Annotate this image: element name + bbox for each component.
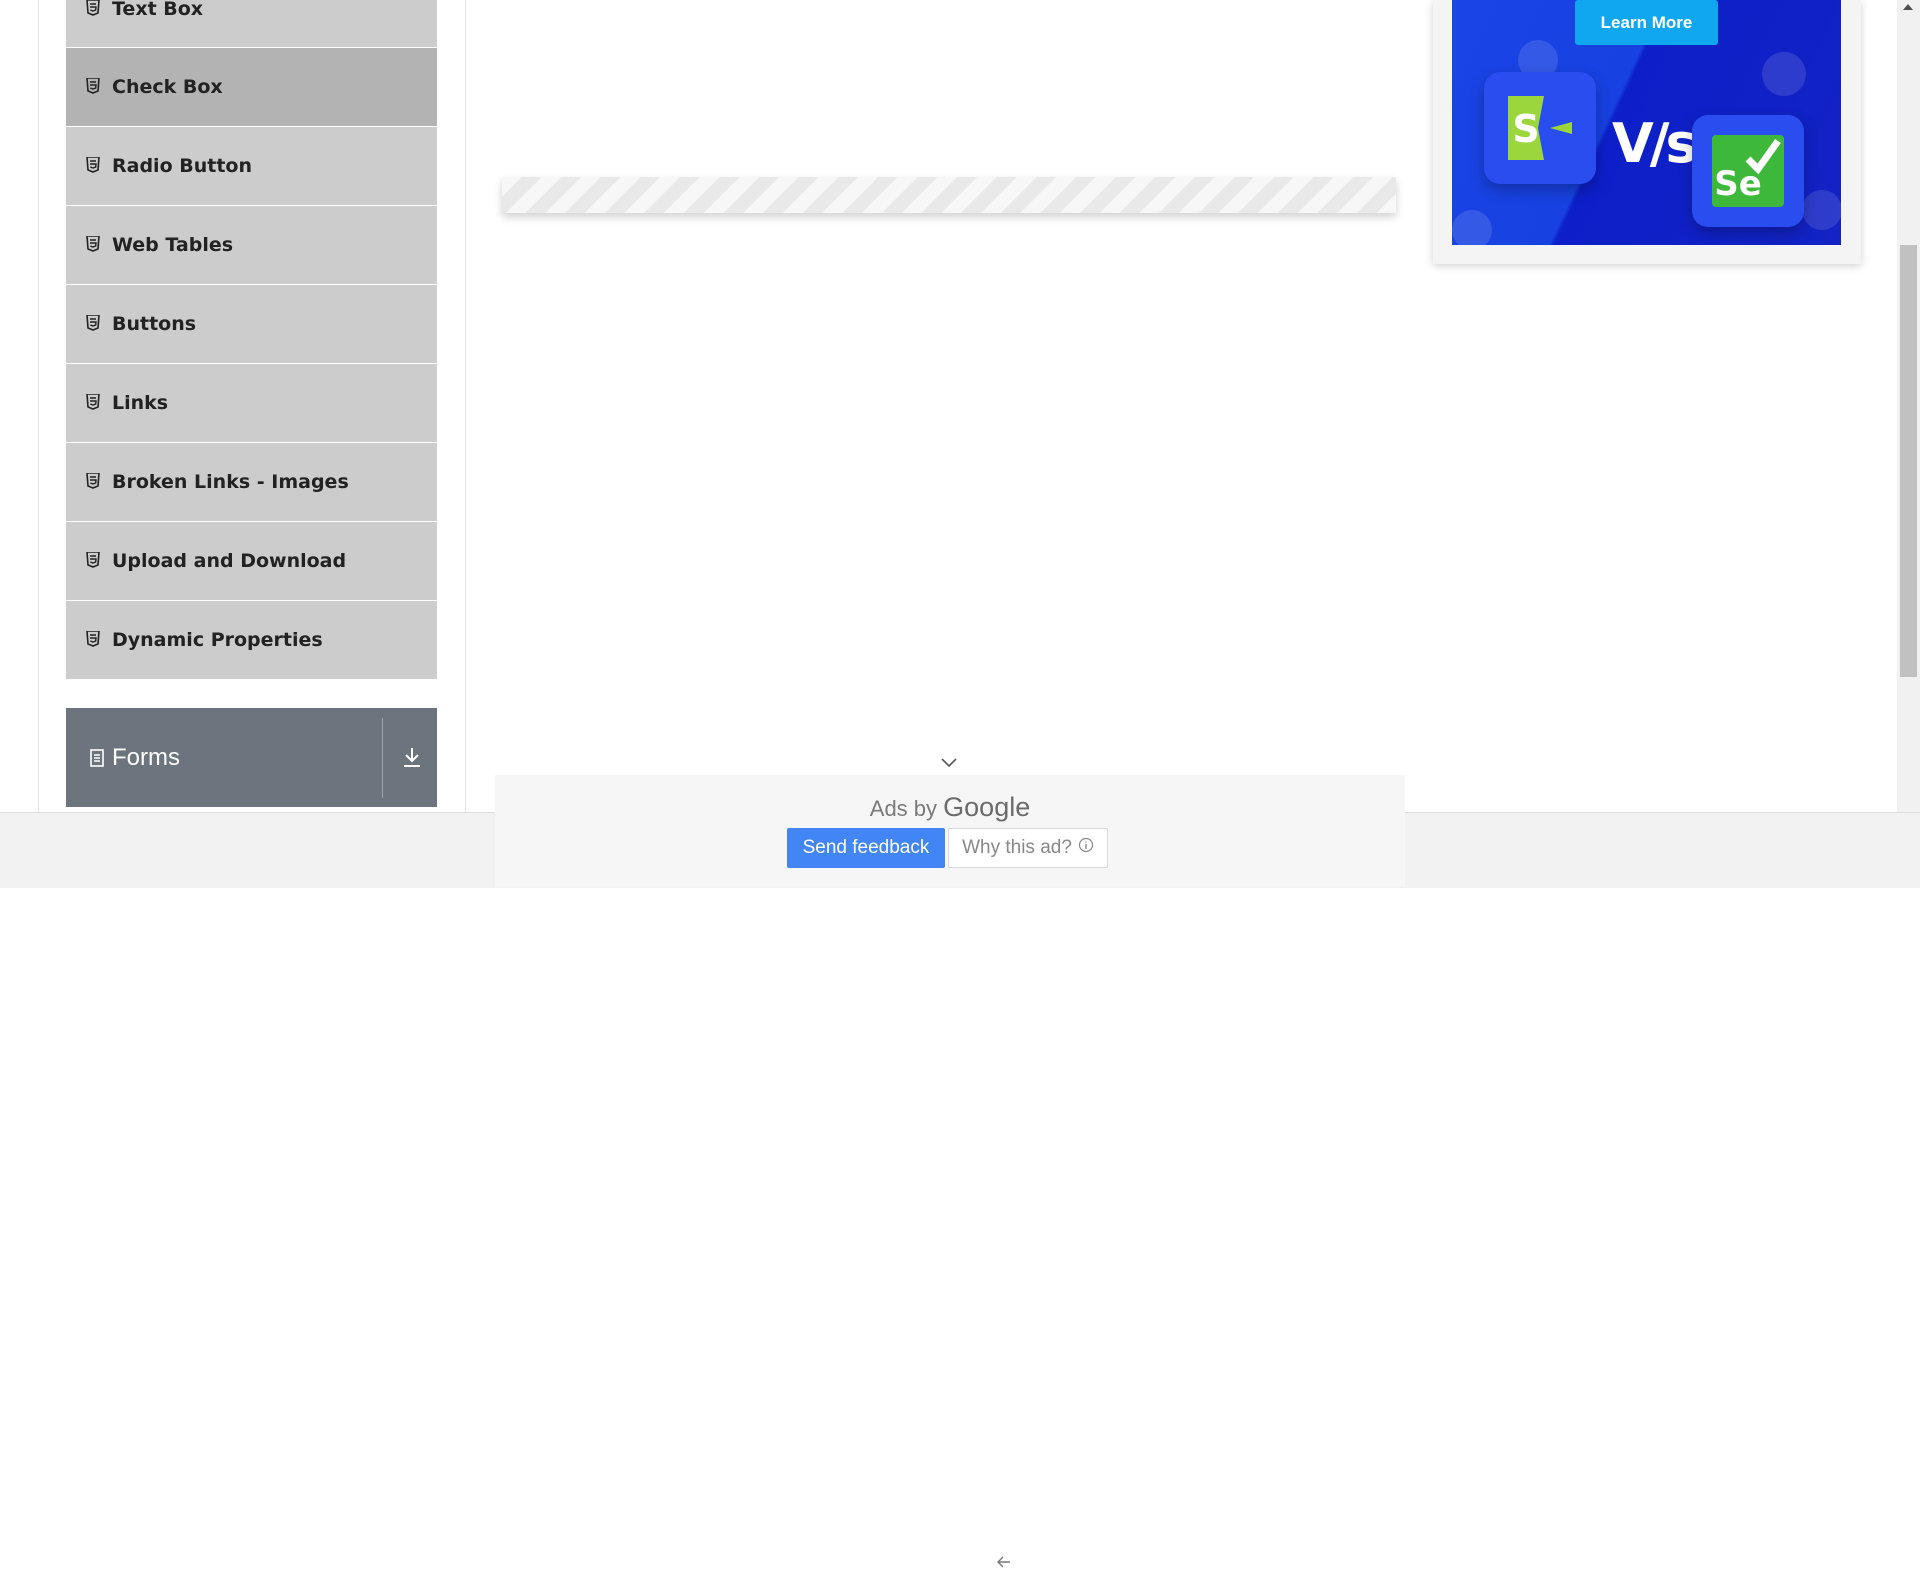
menu-item-radio-button[interactable]: Radio Button <box>66 127 437 206</box>
ad-container: Learn More S V/s Se <box>1433 0 1861 264</box>
html5-icon <box>86 631 102 649</box>
scroll-thumb[interactable] <box>1900 245 1917 677</box>
html5-icon <box>86 552 102 570</box>
divider <box>382 718 383 798</box>
versus-text: V/s <box>1612 112 1698 175</box>
google-wordmark: Google <box>943 792 1031 822</box>
menu-item-label: Buttons <box>112 313 197 335</box>
menu-item-label: Text Box <box>112 0 204 20</box>
html5-icon <box>86 473 102 491</box>
ads-by-text: Ads by <box>869 796 938 821</box>
box-icon <box>1802 190 1841 230</box>
menu-item-text-box[interactable]: Text Box <box>66 0 437 48</box>
menu-item-dynamic-properties[interactable]: Dynamic Properties <box>66 601 437 680</box>
html5-icon <box>86 315 102 333</box>
menu-item-label: Broken Links - Images <box>112 471 349 493</box>
menu-item-label: Radio Button <box>112 155 252 177</box>
html5-icon <box>86 157 102 175</box>
browser-icon <box>1452 210 1492 245</box>
menu-item-label: Check Box <box>112 76 223 98</box>
chevron-down-icon[interactable] <box>940 756 958 774</box>
html5-icon <box>86 78 102 96</box>
download-icon[interactable] <box>402 746 422 775</box>
document-icon <box>90 748 104 767</box>
html5-icon <box>86 236 102 254</box>
left-panel: Text Box Check Box Radio Button Web Tabl… <box>38 0 466 812</box>
menu-item-check-box[interactable]: Check Box <box>66 48 437 127</box>
google-ads-panel: Ads by Google Send feedback Why this ad? <box>495 775 1405 1568</box>
menu-item-buttons[interactable]: Buttons <box>66 285 437 364</box>
back-arrow-icon[interactable] <box>997 1555 1011 1573</box>
menu-item-label: Links <box>112 392 169 414</box>
menu-item-label: Dynamic Properties <box>112 629 323 651</box>
menu-item-label: Upload and Download <box>112 550 347 572</box>
code-icon <box>1762 52 1806 96</box>
group-header-forms[interactable]: Forms <box>66 708 437 807</box>
menu-item-broken-links[interactable]: Broken Links - Images <box>66 443 437 522</box>
menu-item-label: Web Tables <box>112 234 234 256</box>
scroll-up-arrow-icon[interactable] <box>1903 4 1913 10</box>
learn-more-button[interactable]: Learn More <box>1575 0 1718 45</box>
info-icon <box>1078 837 1094 859</box>
katalon-logo: S <box>1484 72 1596 184</box>
html5-icon <box>86 394 102 412</box>
selenium-logo: Se <box>1692 115 1804 227</box>
scrollbar[interactable] <box>1897 0 1920 812</box>
group-header-label: Forms <box>112 743 180 771</box>
ad-image[interactable]: Learn More S V/s Se <box>1452 0 1841 245</box>
menu-item-upload-download[interactable]: Upload and Download <box>66 522 437 601</box>
why-this-ad-label: Why this ad? <box>962 837 1072 858</box>
menu-item-links[interactable]: Links <box>66 364 437 443</box>
menu-item-web-tables[interactable]: Web Tables <box>66 206 437 285</box>
elements-menu: Text Box Check Box Radio Button Web Tabl… <box>66 0 437 680</box>
svg-text:S: S <box>1512 107 1539 151</box>
ad-banner-strip[interactable] <box>502 177 1396 213</box>
why-this-ad-button[interactable]: Why this ad? <box>948 828 1108 868</box>
send-feedback-button[interactable]: Send feedback <box>787 828 945 868</box>
ads-by-google: Ads by Google <box>495 792 1405 823</box>
html5-icon <box>86 0 102 18</box>
